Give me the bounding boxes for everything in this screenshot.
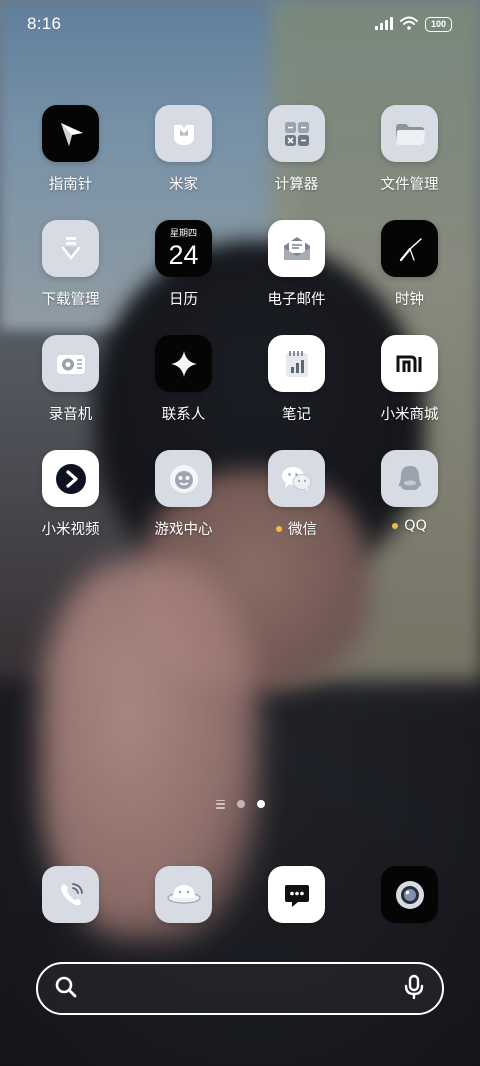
clock-icon[interactable] <box>381 220 438 277</box>
notification-badge <box>392 523 399 529</box>
app-notes[interactable]: 笔记 <box>240 335 353 424</box>
calendar-icon[interactable]: 星期四 24 <box>155 220 212 277</box>
page-menu-icon[interactable] <box>215 799 225 809</box>
app-label: 录音机 <box>48 407 93 423</box>
app-file-manager[interactable]: 文件管理 <box>353 105 466 194</box>
app-label: QQ <box>392 518 427 534</box>
phone-icon[interactable] <box>42 866 99 923</box>
app-label: 微信 <box>276 518 317 539</box>
notification-badge <box>276 525 282 532</box>
dock-browser[interactable] <box>127 866 240 923</box>
download-icon[interactable] <box>42 220 99 277</box>
app-calculator[interactable]: 计算器 <box>240 105 353 194</box>
app-qq[interactable]: QQ <box>353 450 466 539</box>
app-label: 文件管理 <box>380 177 439 193</box>
compass-icon[interactable] <box>42 105 99 162</box>
app-clock[interactable]: 时钟 <box>353 220 466 309</box>
status-time: 8:16 <box>27 14 62 33</box>
app-mi-video[interactable]: 小米视频 <box>14 450 127 539</box>
app-label: 笔记 <box>282 407 311 423</box>
app-email[interactable]: 电子邮件 <box>240 220 353 309</box>
app-game-center[interactable]: 游戏中心 <box>127 450 240 539</box>
app-compass[interactable]: 指南针 <box>14 105 127 194</box>
recorder-icon[interactable] <box>42 335 99 392</box>
app-mi-store[interactable]: 小米商城 <box>353 335 466 424</box>
app-label: 日历 <box>169 292 198 308</box>
app-label: 指南针 <box>48 177 93 193</box>
mi-home-icon[interactable] <box>155 105 212 162</box>
folder-icon[interactable] <box>381 105 438 162</box>
page-dot-active[interactable] <box>256 800 265 808</box>
dock-phone[interactable] <box>14 866 127 923</box>
app-label: 米家 <box>169 177 198 193</box>
app-label: 下载管理 <box>41 292 100 308</box>
messages-icon[interactable] <box>268 866 325 923</box>
app-label: 小米商城 <box>380 407 439 423</box>
qq-icon[interactable] <box>381 450 438 507</box>
app-label: 计算器 <box>274 177 319 193</box>
app-label: 游戏中心 <box>154 522 213 538</box>
app-calendar[interactable]: 星期四 24 日历 <box>127 220 240 309</box>
status-icons: 100 <box>375 15 452 34</box>
wechat-icon[interactable] <box>268 450 325 507</box>
app-label: 联系人 <box>161 407 206 423</box>
calendar-day: 24 <box>168 240 199 270</box>
search-icon[interactable] <box>54 975 78 1003</box>
app-download-manager[interactable]: 下载管理 <box>14 220 127 309</box>
mail-icon[interactable] <box>268 220 325 277</box>
microphone-icon[interactable] <box>403 974 425 1004</box>
page-dot[interactable] <box>236 800 245 808</box>
browser-icon[interactable] <box>155 866 212 923</box>
calendar-weekday: 星期四 <box>169 229 197 239</box>
app-mi-home[interactable]: 米家 <box>127 105 240 194</box>
dock <box>14 866 466 923</box>
app-recorder[interactable]: 录音机 <box>14 335 127 424</box>
app-wechat[interactable]: 微信 <box>240 450 353 539</box>
game-center-icon[interactable] <box>155 450 212 507</box>
dock-messages[interactable] <box>240 866 353 923</box>
wifi-icon <box>400 15 418 34</box>
app-label: 时钟 <box>395 292 424 308</box>
app-label: 小米视频 <box>41 522 100 538</box>
notes-icon[interactable] <box>268 335 325 392</box>
app-label: 电子邮件 <box>267 292 326 308</box>
dock-camera[interactable] <box>353 866 466 923</box>
mi-store-icon[interactable] <box>381 335 438 392</box>
battery-icon: 100 <box>425 16 452 32</box>
contacts-icon[interactable] <box>155 335 212 392</box>
calculator-icon[interactable] <box>268 105 325 162</box>
app-grid: 指南针 米家 计算器 文件管理 下载管理 星期四 24 日历 电子邮件 时钟 录… <box>14 105 466 539</box>
signal-icon <box>375 15 393 34</box>
search-bar[interactable] <box>36 962 444 1015</box>
app-contacts[interactable]: 联系人 <box>127 335 240 424</box>
camera-icon[interactable] <box>381 866 438 923</box>
page-indicator <box>0 797 480 811</box>
status-bar: 8:16 100 <box>0 0 480 48</box>
video-play-icon[interactable] <box>42 450 99 507</box>
